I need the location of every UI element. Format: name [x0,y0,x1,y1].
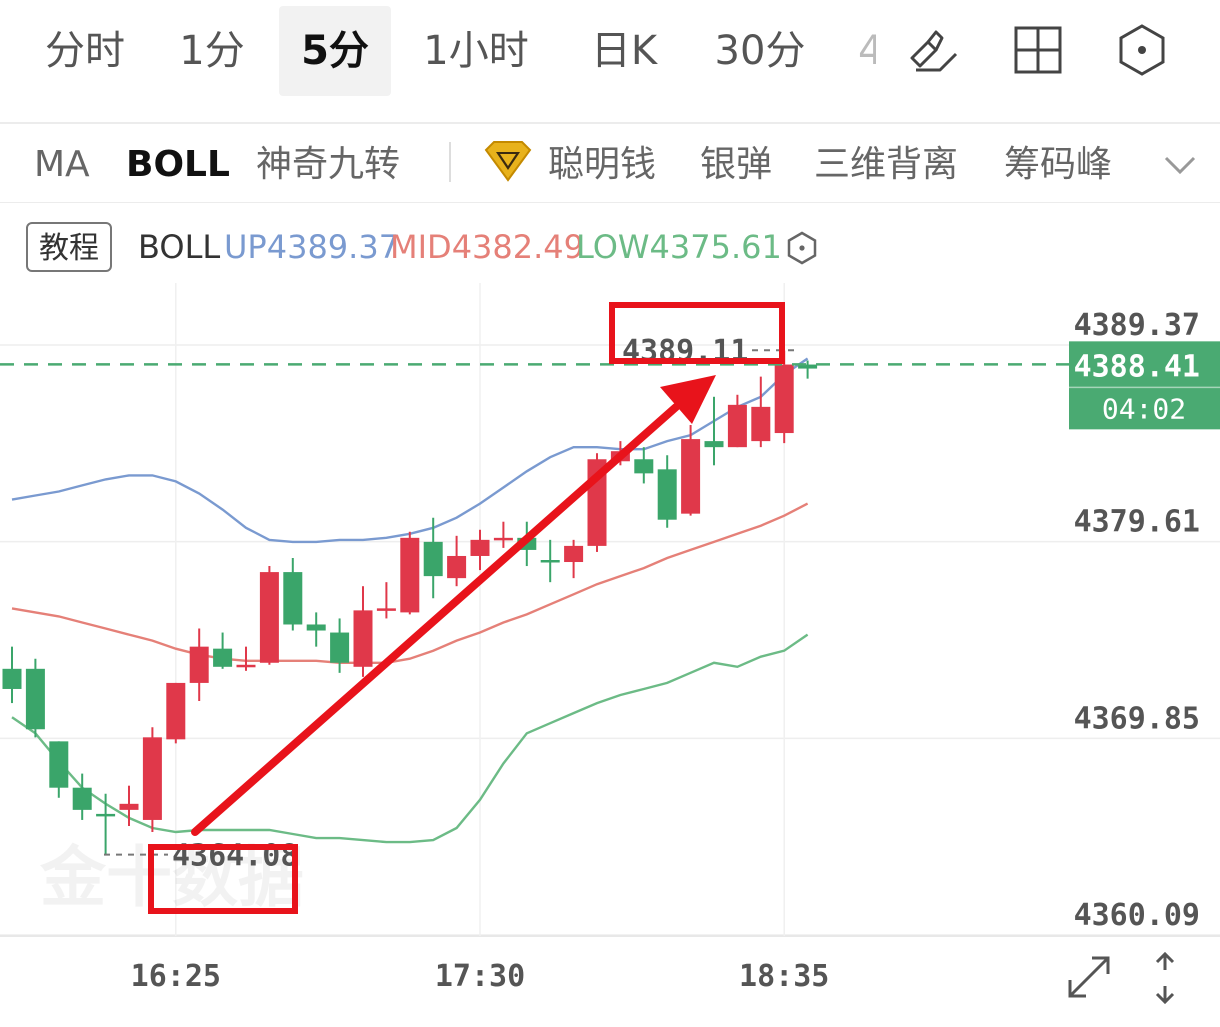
candle-body [751,406,771,442]
indicator-bar: MA BOLL 神奇九转 聪明钱 银弹 三维背离 筹码峰 [0,126,1220,202]
boll-legend: 教程 BOLL UP4389.37 MID4382.49 LOW4375.61 [0,214,1220,276]
candle-body [353,610,373,667]
candle-body [657,469,677,520]
candle-body [166,682,186,740]
candle-body [634,459,654,474]
tab-daily-k[interactable]: 日K [572,6,676,96]
candle-body [49,741,69,788]
x-tick-label: 16:25 [131,959,221,994]
candle-body [119,803,139,810]
countdown-value: 04:02 [1102,392,1186,425]
tab-1min[interactable]: 1分 [160,6,264,96]
candle-body [774,364,794,434]
candle-body [423,541,443,577]
candle-body [681,439,701,514]
chevron-down-icon[interactable] [1160,148,1200,180]
indicator-magic-nine[interactable]: 神奇九转 [256,126,400,202]
candle-body [400,537,420,613]
candle-body [306,624,326,631]
indicator-silver-bullet[interactable]: 银弹 [700,126,772,202]
candle-body [447,555,467,579]
indicator-ma[interactable]: MA [34,126,90,202]
tab-realtime[interactable]: 分时 [22,6,148,96]
candlestick-chart: 4389.37 4379.61 4369.85 4360.09 16:25 17:30 18… [0,283,1220,994]
candle-body [96,813,116,817]
legend-name: BOLL [138,228,221,266]
legend-up: UP4389.37 [224,228,400,266]
candle-body [376,608,396,611]
candle-body [704,441,724,448]
legend-low: LOW4375.61 [576,228,782,266]
candle-body [493,537,513,541]
candle-body [727,404,747,448]
candle-body [2,668,22,689]
candle-body [189,646,209,683]
legend-mid: MID4382.49 [390,228,585,266]
tabs-divider [0,122,1220,124]
indicator-boll[interactable]: BOLL [126,126,230,202]
candle-body [564,545,584,563]
tab-5min[interactable]: 5分 [279,6,391,96]
tab-1hour[interactable]: 1小时 [408,6,544,96]
candle-body [540,560,560,563]
x-tick-label: 18:35 [739,959,829,994]
y-tick-label: 4369.85 [1074,701,1200,736]
low-price-label: 4364.08 [172,839,298,874]
indicator-smart-money[interactable]: 聪明钱 [548,126,656,202]
hexagon-settings-icon[interactable] [1110,18,1174,82]
candle-body [283,572,303,625]
y-tick-label: 4360.09 [1074,898,1200,933]
candle-body [330,632,350,663]
indicator-3d-divergence[interactable]: 三维背离 [814,126,958,202]
tab-clipped-label[interactable]: 4 [858,6,876,96]
candle-body [25,668,45,730]
y-tick-label: 4379.61 [1074,505,1200,540]
candle-body [259,572,279,663]
diamond-badge-icon [484,141,532,182]
grid-icon[interactable] [1006,18,1070,82]
pen-ruler-icon[interactable] [902,18,966,82]
current-price-value: 4388.41 [1074,349,1200,384]
indicator-bar-divider [0,202,1220,203]
candle-body [142,737,162,820]
legend-settings-icon[interactable] [784,230,820,266]
indicator-divider [449,142,451,182]
candle-body [470,539,490,556]
y-tick-label: 4389.37 [1074,308,1200,343]
x-tick-label: 17:30 [435,959,525,994]
candle-body [236,664,256,668]
indicator-chip-peak[interactable]: 筹码峰 [1004,126,1112,202]
vertical-fit-icon[interactable] [1142,950,1188,1006]
candle-body [213,648,233,667]
fullscreen-icon[interactable] [1062,950,1116,1004]
tab-30min[interactable]: 30分 [700,6,820,96]
candle-body [72,787,92,810]
tutorial-button[interactable]: 教程 [26,222,112,272]
